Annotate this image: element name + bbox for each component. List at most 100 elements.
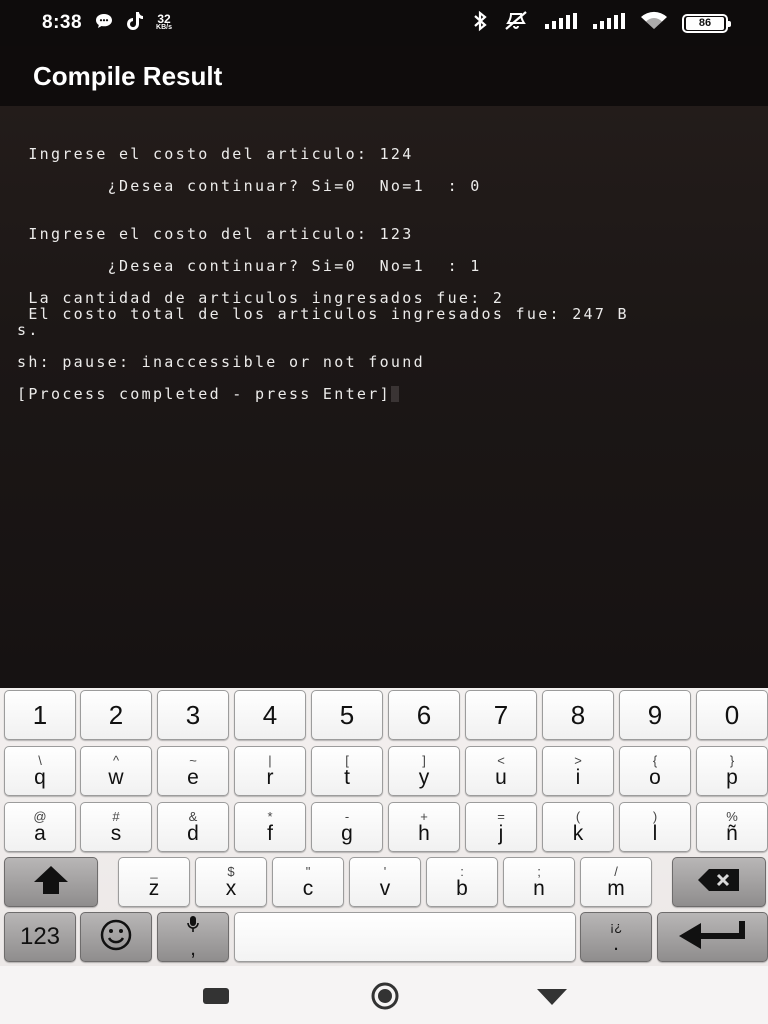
enter-key[interactable] bbox=[657, 912, 768, 962]
key-a[interactable]: @ a bbox=[4, 802, 76, 852]
punctuation-key[interactable]: ¡¿ . bbox=[580, 912, 652, 962]
navigation-bar bbox=[0, 966, 768, 1024]
key-alt-label: - bbox=[344, 808, 350, 824]
key-k[interactable]: (k bbox=[542, 802, 614, 852]
key-1[interactable]: 1 bbox=[4, 690, 76, 740]
key-s[interactable]: # s bbox=[80, 802, 152, 852]
key-label: 123 bbox=[19, 923, 61, 950]
key-alt-label: ~ bbox=[189, 752, 197, 768]
key-e[interactable]: ~ e bbox=[157, 746, 229, 796]
key-label: j bbox=[498, 821, 504, 845]
terminal-line: Ingrese el costo del articulo: 124 bbox=[17, 145, 414, 163]
shift-arrow-icon bbox=[31, 863, 71, 902]
key-label: 7 bbox=[493, 699, 509, 730]
key-7[interactable]: 7 bbox=[465, 690, 537, 740]
key-o[interactable]: {o bbox=[619, 746, 691, 796]
key-label: 0 bbox=[724, 699, 740, 730]
key-0[interactable]: 0 bbox=[696, 690, 768, 740]
battery-level: 86 bbox=[686, 16, 724, 30]
key-alt-label: ( bbox=[575, 808, 581, 824]
key-label: ñ bbox=[726, 821, 738, 845]
key-u[interactable]: < u bbox=[465, 746, 537, 796]
key-label: , bbox=[190, 936, 196, 960]
key-z[interactable]: _ z bbox=[118, 857, 190, 907]
key-n[interactable]: ; n bbox=[503, 857, 575, 907]
key-r[interactable]: | r bbox=[234, 746, 306, 796]
keyboard-number-row: 1 2 3 4 5 6 7 8 9 0 bbox=[0, 690, 768, 742]
key-q[interactable]: \ q bbox=[4, 746, 76, 796]
key-alt-label: ; bbox=[537, 863, 541, 879]
key-alt-label: > bbox=[574, 752, 582, 768]
key-b[interactable]: :b bbox=[426, 857, 498, 907]
key-w[interactable]: ^ w bbox=[80, 746, 152, 796]
key-label: a bbox=[34, 821, 46, 845]
emoji-key[interactable] bbox=[80, 912, 152, 962]
key-i[interactable]: > i bbox=[542, 746, 614, 796]
key-alt-label: ' bbox=[383, 863, 387, 879]
key-alt-label: ^ bbox=[112, 752, 120, 768]
recent-apps-icon[interactable] bbox=[202, 987, 230, 1010]
spacebar[interactable] bbox=[234, 912, 576, 962]
back-triangle-icon[interactable] bbox=[536, 988, 568, 1011]
key-label: 2 bbox=[108, 699, 124, 730]
key-label: z bbox=[148, 876, 160, 900]
key-l[interactable]: ) l bbox=[619, 802, 691, 852]
key-c[interactable]: " c bbox=[272, 857, 344, 907]
chat-bubble-icon bbox=[94, 12, 114, 35]
key-alt-label: " bbox=[305, 863, 311, 879]
key-alt-label: ) bbox=[652, 808, 658, 824]
key-2[interactable]: 2 bbox=[80, 690, 152, 740]
key-label: q bbox=[34, 765, 46, 789]
key-label: s bbox=[110, 821, 122, 845]
key-p[interactable]: } p bbox=[696, 746, 768, 796]
keyboard-row-4: 123 , ¡¿ . bbox=[0, 912, 768, 964]
key-label: v bbox=[379, 876, 391, 900]
symbols-key[interactable]: 123 bbox=[4, 912, 76, 962]
terminal-line: ¿Desea continuar? Si=0 No=1 : 0 bbox=[17, 177, 482, 195]
key-label: 5 bbox=[339, 699, 355, 730]
key-g[interactable]: -g bbox=[311, 802, 383, 852]
terminal-output[interactable]: Ingrese el costo del articulo: 124 ¿Dese… bbox=[0, 106, 768, 688]
backspace-icon bbox=[697, 866, 741, 899]
key-label: m bbox=[607, 876, 625, 900]
key-8[interactable]: 8 bbox=[542, 690, 614, 740]
key-alt-label: ] bbox=[422, 752, 426, 768]
smiley-icon bbox=[99, 918, 133, 957]
shift-key[interactable] bbox=[4, 857, 98, 907]
key-4[interactable]: 4 bbox=[234, 690, 306, 740]
key-d[interactable]: & d bbox=[157, 802, 229, 852]
key-x[interactable]: $ x bbox=[195, 857, 267, 907]
key-j[interactable]: = j bbox=[465, 802, 537, 852]
key-t[interactable]: [t bbox=[311, 746, 383, 796]
key-alt-label: | bbox=[268, 752, 272, 768]
terminal-line: [Process completed - press Enter] bbox=[17, 385, 391, 403]
key-9[interactable]: 9 bbox=[619, 690, 691, 740]
terminal-cursor bbox=[390, 386, 399, 402]
key-m[interactable]: / m bbox=[580, 857, 652, 907]
terminal-line: Ingrese el costo del articulo: 123 bbox=[17, 225, 414, 243]
key-y[interactable]: ] y bbox=[388, 746, 460, 796]
key-label: p bbox=[726, 765, 738, 789]
key-v[interactable]: ' v bbox=[349, 857, 421, 907]
key-5[interactable]: 5 bbox=[311, 690, 383, 740]
key-label: u bbox=[495, 765, 507, 789]
signal-2-icon bbox=[592, 12, 626, 35]
key-h[interactable]: + h bbox=[388, 802, 460, 852]
signal-1-icon bbox=[544, 12, 578, 35]
key-3[interactable]: 3 bbox=[157, 690, 229, 740]
voice-comma-key[interactable]: , bbox=[157, 912, 229, 962]
terminal-line: sh: pause: inaccessible or not found bbox=[17, 353, 425, 371]
key-label: 3 bbox=[185, 699, 201, 730]
key-f[interactable]: * f bbox=[234, 802, 306, 852]
key-label: y bbox=[418, 765, 430, 789]
home-icon[interactable] bbox=[366, 982, 404, 1015]
backspace-key[interactable] bbox=[672, 857, 766, 907]
on-screen-keyboard: 1 2 3 4 5 6 7 8 9 0 \ q ^ w ~ e | r [t ] y < u… bbox=[0, 688, 768, 966]
key-6[interactable]: 6 bbox=[388, 690, 460, 740]
key-enye[interactable]: % ñ bbox=[696, 802, 768, 852]
key-alt-label: @ bbox=[33, 808, 47, 824]
key-alt-label: : bbox=[460, 863, 464, 879]
tiktok-icon bbox=[126, 11, 144, 36]
